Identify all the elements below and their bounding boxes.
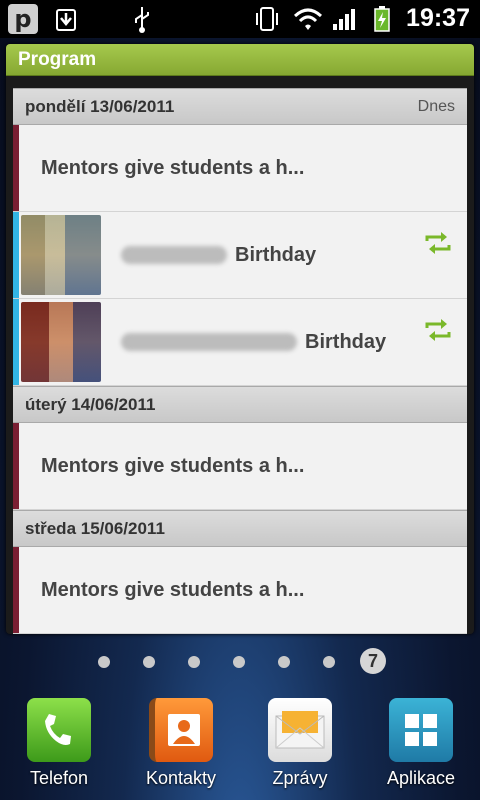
signal-icon bbox=[330, 5, 360, 33]
agenda-list[interactable]: pondělí 13/06/2011 Dnes Mentors give stu… bbox=[13, 88, 467, 634]
event-item[interactable]: Mentors give students a h... bbox=[13, 125, 467, 212]
phone-icon[interactable] bbox=[27, 698, 91, 762]
day-header: pondělí 13/06/2011 Dnes bbox=[13, 88, 467, 125]
calendar-color-stripe bbox=[13, 547, 19, 633]
current-page-number[interactable]: 7 bbox=[360, 648, 386, 674]
event-item[interactable]: Mentors give students a h... bbox=[13, 423, 467, 510]
wifi-icon bbox=[292, 5, 324, 33]
blurred-contact-name bbox=[121, 333, 297, 351]
event-item[interactable]: Mentors give students a h... bbox=[13, 547, 467, 634]
birthday-item[interactable]: Birthday bbox=[13, 299, 467, 386]
day-label: středa 15/06/2011 bbox=[25, 518, 165, 538]
dock: Telefon Kontakty Zprávy Aplikace bbox=[0, 690, 480, 800]
page-dot[interactable] bbox=[278, 656, 290, 668]
day-label: úterý 14/06/2011 bbox=[25, 394, 156, 414]
dock-item-contacts[interactable]: Kontakty bbox=[126, 690, 236, 789]
event-title: Birthday bbox=[235, 243, 317, 266]
contact-photo bbox=[21, 215, 101, 295]
dock-item-messages[interactable]: Zprávy bbox=[245, 690, 355, 789]
messages-icon[interactable] bbox=[268, 698, 332, 762]
page-dot[interactable] bbox=[233, 656, 245, 668]
calendar-widget: Program pondělí 13/06/2011 Dnes Mentors … bbox=[6, 44, 474, 634]
battery-charging-icon bbox=[372, 5, 392, 33]
day-header: středa 15/06/2011 bbox=[13, 510, 467, 547]
day-label: pondělí 13/06/2011 bbox=[25, 96, 175, 116]
download-icon[interactable] bbox=[54, 5, 78, 33]
calendar-color-stripe bbox=[13, 125, 19, 211]
event-title: Mentors give students a h... bbox=[41, 156, 305, 179]
sync-icon bbox=[425, 319, 451, 341]
dock-item-phone[interactable]: Telefon bbox=[4, 690, 114, 789]
dock-item-apps[interactable]: Aplikace bbox=[366, 690, 476, 789]
contact-photo bbox=[21, 302, 101, 382]
calendar-color-stripe bbox=[13, 299, 19, 385]
rotation-icon bbox=[254, 5, 280, 33]
blurred-contact-name bbox=[121, 246, 227, 264]
page-dot[interactable] bbox=[188, 656, 200, 668]
birthday-item[interactable]: Birthday bbox=[13, 212, 467, 299]
page-dot[interactable] bbox=[98, 656, 110, 668]
app-badge-letter: p bbox=[14, 5, 32, 33]
page-dot[interactable] bbox=[323, 656, 335, 668]
event-title: Mentors give students a h... bbox=[41, 578, 305, 601]
dock-label: Telefon bbox=[29, 768, 89, 788]
calendar-color-stripe bbox=[13, 423, 19, 509]
status-bar: p 19:37 bbox=[0, 0, 480, 38]
sync-icon bbox=[425, 232, 451, 254]
page-dot[interactable] bbox=[143, 656, 155, 668]
contacts-icon[interactable] bbox=[149, 698, 213, 762]
dock-label: Aplikace bbox=[386, 768, 456, 788]
dock-label: Kontakty bbox=[145, 768, 217, 788]
status-time: 19:37 bbox=[406, 4, 470, 32]
usb-icon bbox=[130, 5, 154, 33]
apps-grid-icon[interactable] bbox=[389, 698, 453, 762]
calendar-color-stripe bbox=[13, 212, 19, 298]
today-label: Dnes bbox=[417, 97, 455, 115]
home-page-indicator: 7 bbox=[0, 648, 480, 676]
event-title: Mentors give students a h... bbox=[41, 454, 305, 477]
day-header: úterý 14/06/2011 bbox=[13, 386, 467, 423]
dock-label: Zprávy bbox=[272, 768, 328, 788]
p-notification-icon[interactable]: p bbox=[8, 4, 38, 34]
widget-title[interactable]: Program bbox=[6, 44, 474, 76]
event-title: Birthday bbox=[305, 330, 387, 353]
